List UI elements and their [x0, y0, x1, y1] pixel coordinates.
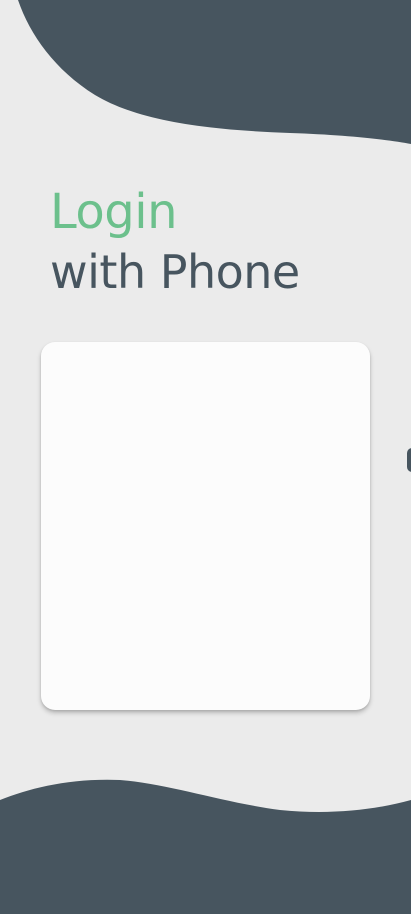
top-decorative-wave — [18, 0, 411, 144]
bottom-wave-shape — [0, 779, 411, 914]
login-screen: Login with Phone — [0, 0, 411, 914]
title-login-text: Login — [50, 184, 178, 240]
edge-decorative-shape — [407, 448, 411, 472]
bottom-decorative-wave — [0, 779, 411, 914]
page-title: Login with Phone — [50, 182, 390, 302]
top-wave-shape — [18, 0, 411, 144]
login-form-card — [41, 342, 370, 710]
title-with-phone-text: with Phone — [50, 245, 300, 299]
